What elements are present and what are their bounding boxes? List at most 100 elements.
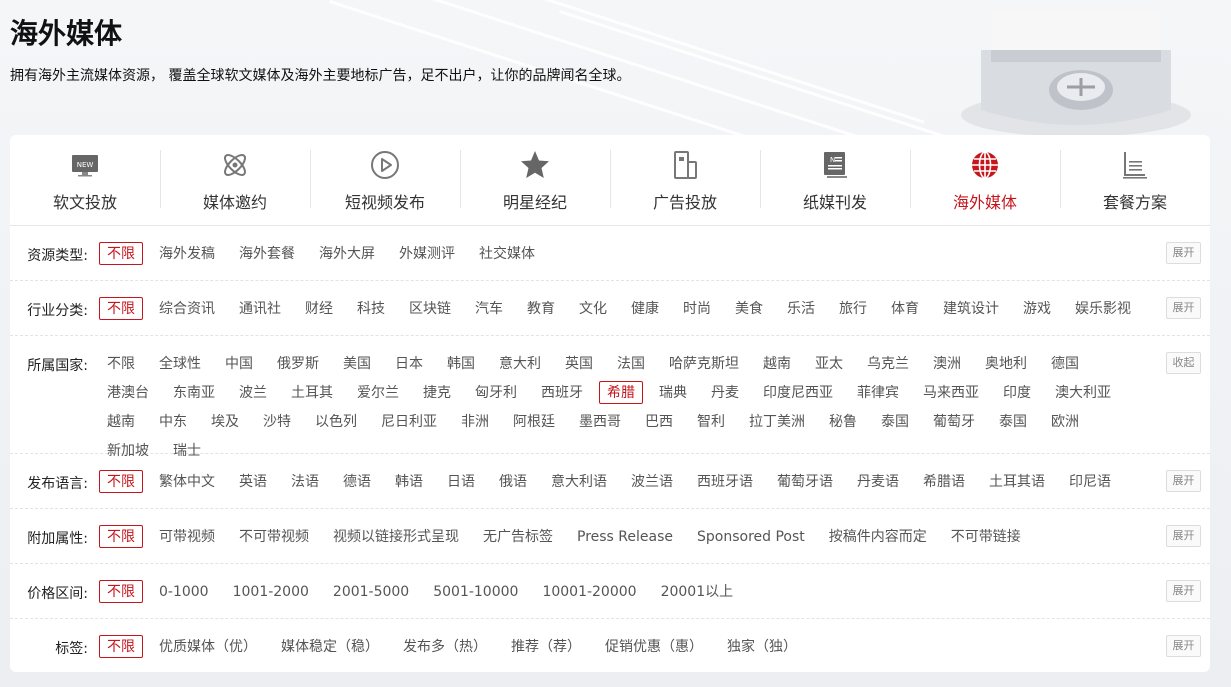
filter-option[interactable]: 乌克兰 — [859, 352, 917, 375]
filter-option[interactable]: 沙特 — [255, 410, 299, 433]
filter-option[interactable]: 优质媒体（优） — [151, 635, 265, 658]
filter-option[interactable]: 非洲 — [453, 410, 497, 433]
filter-option[interactable]: 社交媒体 — [471, 242, 543, 265]
filter-option[interactable]: 越南 — [755, 352, 799, 375]
filter-option[interactable]: 智利 — [689, 410, 733, 433]
tab-advertising[interactable]: 广告投放 — [610, 135, 760, 225]
filter-option[interactable]: 综合资讯 — [151, 297, 223, 320]
expand-button[interactable]: 展开 — [1166, 580, 1201, 602]
filter-option[interactable]: 按稿件内容而定 — [821, 525, 935, 548]
filter-option[interactable]: 奥地利 — [977, 352, 1035, 375]
filter-option[interactable]: 德语 — [335, 470, 379, 493]
filter-option[interactable]: 尼日利亚 — [373, 410, 445, 433]
filter-option[interactable]: 汽车 — [467, 297, 511, 320]
filter-option[interactable]: 爱尔兰 — [349, 381, 407, 404]
filter-option[interactable]: 科技 — [349, 297, 393, 320]
filter-option[interactable]: 澳大利亚 — [1047, 381, 1119, 404]
filter-option[interactable]: 韩国 — [439, 352, 483, 375]
filter-option[interactable]: 不限 — [99, 352, 143, 375]
filter-option[interactable]: 葡萄牙 — [925, 410, 983, 433]
filter-option[interactable]: 5001-10000 — [425, 580, 526, 603]
tab-media-invitation[interactable]: 媒体邀约 — [160, 135, 310, 225]
filter-option[interactable]: 健康 — [623, 297, 667, 320]
expand-button[interactable]: 展开 — [1166, 635, 1201, 657]
filter-option[interactable]: 马来西亚 — [915, 381, 987, 404]
filter-option[interactable]: 旅行 — [831, 297, 875, 320]
filter-option[interactable]: 土耳其语 — [981, 470, 1053, 493]
filter-option[interactable]: 丹麦 — [703, 381, 747, 404]
tab-celebrity[interactable]: 明星经纪 — [460, 135, 610, 225]
filter-option[interactable]: 墨西哥 — [571, 410, 629, 433]
filter-option[interactable]: 阿根廷 — [505, 410, 563, 433]
filter-option[interactable]: 德国 — [1043, 352, 1087, 375]
filter-option[interactable]: 丹麦语 — [849, 470, 907, 493]
expand-button[interactable]: 展开 — [1166, 525, 1201, 547]
filter-option[interactable]: 建筑设计 — [935, 297, 1007, 320]
filter-option[interactable]: 通讯社 — [231, 297, 289, 320]
filter-option[interactable]: 教育 — [519, 297, 563, 320]
filter-option[interactable]: 拉丁美洲 — [741, 410, 813, 433]
filter-option[interactable]: 捷克 — [415, 381, 459, 404]
filter-option[interactable]: 2001-5000 — [325, 580, 417, 603]
filter-option[interactable]: 视频以链接形式呈现 — [325, 525, 467, 548]
filter-option[interactable]: 波兰 — [231, 381, 275, 404]
filter-option[interactable]: 哈萨克斯坦 — [661, 352, 747, 375]
filter-option[interactable]: 不限 — [99, 470, 143, 493]
expand-button[interactable]: 展开 — [1166, 470, 1201, 492]
filter-option[interactable]: 泰国 — [991, 410, 1035, 433]
filter-option[interactable]: 文化 — [571, 297, 615, 320]
filter-option[interactable]: 乐活 — [779, 297, 823, 320]
filter-option[interactable]: 体育 — [883, 297, 927, 320]
filter-option[interactable]: 日本 — [387, 352, 431, 375]
filter-option[interactable]: Press Release — [569, 525, 681, 548]
tab-overseas-media[interactable]: 海外媒体 — [910, 135, 1060, 225]
filter-option[interactable]: 越南 — [99, 410, 143, 433]
filter-option[interactable]: 美国 — [335, 352, 379, 375]
filter-option[interactable]: 不限 — [99, 297, 143, 320]
filter-option[interactable]: 意大利语 — [543, 470, 615, 493]
filter-option[interactable]: 印尼语 — [1061, 470, 1119, 493]
filter-option[interactable]: 韩语 — [387, 470, 431, 493]
filter-option[interactable]: 西班牙语 — [689, 470, 761, 493]
filter-option[interactable]: 0-1000 — [151, 580, 217, 603]
filter-option[interactable]: 时尚 — [675, 297, 719, 320]
filter-option[interactable]: 娱乐影视 — [1067, 297, 1139, 320]
filter-option[interactable]: 发布多（热） — [395, 635, 495, 658]
filter-option[interactable]: Sponsored Post — [689, 525, 813, 548]
filter-option[interactable]: 希腊语 — [915, 470, 973, 493]
filter-option[interactable]: 澳洲 — [925, 352, 969, 375]
expand-button[interactable]: 展开 — [1166, 297, 1201, 319]
expand-button[interactable]: 展开 — [1166, 242, 1201, 264]
filter-option[interactable]: 法语 — [283, 470, 327, 493]
filter-option[interactable]: 泰国 — [873, 410, 917, 433]
filter-option[interactable]: 匈牙利 — [467, 381, 525, 404]
filter-option[interactable]: 推荐（荐） — [503, 635, 589, 658]
filter-option[interactable]: 区块链 — [401, 297, 459, 320]
filter-option[interactable]: 中国 — [217, 352, 261, 375]
filter-option[interactable]: 不限 — [99, 635, 143, 658]
filter-option[interactable]: 可带视频 — [151, 525, 223, 548]
filter-option[interactable]: 亚太 — [807, 352, 851, 375]
filter-option[interactable]: 促销优惠（惠） — [597, 635, 711, 658]
filter-option[interactable]: 媒体稳定（稳） — [273, 635, 387, 658]
filter-option[interactable]: 美食 — [727, 297, 771, 320]
filter-option[interactable]: 游戏 — [1015, 297, 1059, 320]
collapse-button[interactable]: 收起 — [1166, 352, 1201, 374]
filter-option[interactable]: 埃及 — [203, 410, 247, 433]
tab-print-media[interactable]: N 纸媒刊发 — [760, 135, 910, 225]
filter-option[interactable]: 葡萄牙语 — [769, 470, 841, 493]
tab-soft-article[interactable]: NEW 软文投放 — [10, 135, 160, 225]
filter-option[interactable]: 印度尼西亚 — [755, 381, 841, 404]
filter-option[interactable]: 无广告标签 — [475, 525, 561, 548]
filter-option[interactable]: 意大利 — [491, 352, 549, 375]
filter-option[interactable]: 东南亚 — [165, 381, 223, 404]
filter-option[interactable]: 希腊 — [599, 381, 643, 404]
filter-option[interactable]: 财经 — [297, 297, 341, 320]
filter-option[interactable]: 日语 — [439, 470, 483, 493]
filter-option[interactable]: 英语 — [231, 470, 275, 493]
filter-option[interactable]: 独家（独） — [719, 635, 805, 658]
filter-option[interactable]: 菲律宾 — [849, 381, 907, 404]
filter-option[interactable]: 瑞典 — [651, 381, 695, 404]
filter-option[interactable]: 欧洲 — [1043, 410, 1087, 433]
filter-option[interactable]: 外媒测评 — [391, 242, 463, 265]
